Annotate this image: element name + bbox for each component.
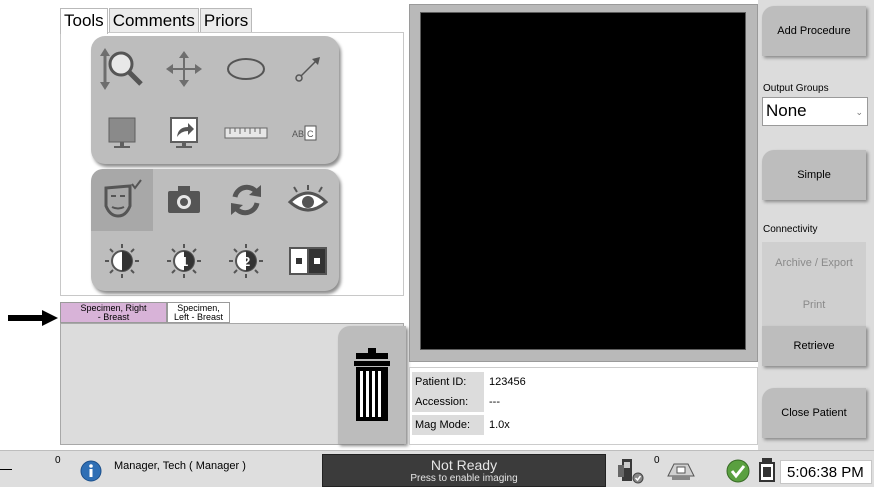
- tab-specimen-right-breast[interactable]: Specimen, Right - Breast: [60, 302, 167, 323]
- not-ready-button[interactable]: Not Ready Press to enable imaging: [322, 454, 606, 487]
- output-groups-select[interactable]: None ⌄: [762, 97, 868, 126]
- close-patient-button[interactable]: Close Patient: [762, 388, 866, 438]
- detector-icon[interactable]: [758, 457, 776, 485]
- add-procedure-button[interactable]: Add Procedure: [762, 6, 866, 56]
- trash-icon: [354, 348, 390, 421]
- camera-icon[interactable]: [153, 169, 215, 231]
- ruler-icon[interactable]: [215, 102, 277, 164]
- eye-icon[interactable]: [277, 169, 339, 231]
- patient-id-row: Patient ID: 123456: [412, 372, 526, 392]
- image-display[interactable]: [420, 12, 746, 350]
- simple-button[interactable]: Simple: [762, 150, 866, 200]
- check-status-icon[interactable]: [726, 459, 750, 483]
- monitor-icon[interactable]: [91, 102, 153, 164]
- refresh-icon[interactable]: [215, 169, 277, 231]
- output-groups-label: Output Groups: [763, 83, 829, 94]
- tab-comments[interactable]: Comments: [108, 8, 199, 33]
- send-to-monitor-icon[interactable]: [153, 102, 215, 164]
- info-icon[interactable]: [80, 460, 102, 482]
- archive-export-button[interactable]: Archive / Export: [762, 242, 866, 284]
- tab-tools[interactable]: Tools: [60, 8, 108, 34]
- trash-button[interactable]: [338, 326, 406, 444]
- device-status-icon[interactable]: [616, 457, 646, 485]
- face-check-icon[interactable]: [91, 169, 153, 231]
- current-user: Manager, Tech ( Manager ): [114, 460, 246, 472]
- svg-text:AB: AB: [292, 129, 304, 139]
- tools-panel: AB C 1 2: [60, 32, 404, 296]
- mag-mode-row: Mag Mode: 1.0x: [412, 415, 510, 435]
- svg-text:2: 2: [243, 254, 250, 269]
- text-annotation-icon[interactable]: AB C: [277, 102, 339, 164]
- output-count: 0: [654, 455, 660, 466]
- invert-icon[interactable]: [277, 231, 339, 291]
- chevron-down-icon: ⌄: [855, 107, 863, 117]
- accession-row: Accession: ---: [412, 392, 500, 412]
- right-sidebar: Add Procedure Output Groups None ⌄ Simpl…: [758, 0, 874, 450]
- print-button[interactable]: Print: [762, 284, 866, 326]
- tab-specimen-left-breast[interactable]: Specimen, Left - Breast: [167, 302, 230, 323]
- tool-group-view: 1 2: [91, 169, 339, 291]
- clock: 5:06:38 PM: [780, 460, 872, 484]
- patient-info-panel: Patient ID: 123456 Accession: --- Mag Mo…: [409, 367, 758, 445]
- output-queue-icon[interactable]: [666, 460, 696, 482]
- zoom-icon[interactable]: [91, 36, 153, 102]
- tool-group-image: AB C: [91, 36, 339, 164]
- divider: [0, 469, 12, 470]
- retrieve-button[interactable]: Retrieve: [762, 326, 866, 366]
- contrast-2-icon[interactable]: 2: [215, 231, 277, 291]
- tool-tabs: Tools Comments Priors: [60, 8, 253, 34]
- contrast-icon[interactable]: [91, 231, 153, 291]
- contrast-1-icon[interactable]: 1: [153, 231, 215, 291]
- svg-text:1: 1: [181, 254, 188, 269]
- ellipse-icon[interactable]: [215, 36, 277, 102]
- image-viewer: [409, 4, 758, 362]
- pan-icon[interactable]: [153, 36, 215, 102]
- arrow-annotation-icon[interactable]: [277, 36, 339, 102]
- alert-count: 0: [55, 455, 61, 466]
- connectivity-label: Connectivity: [763, 224, 818, 235]
- svg-text:C: C: [307, 129, 314, 139]
- tab-priors[interactable]: Priors: [199, 8, 253, 33]
- pointer-arrow-icon: [8, 310, 58, 326]
